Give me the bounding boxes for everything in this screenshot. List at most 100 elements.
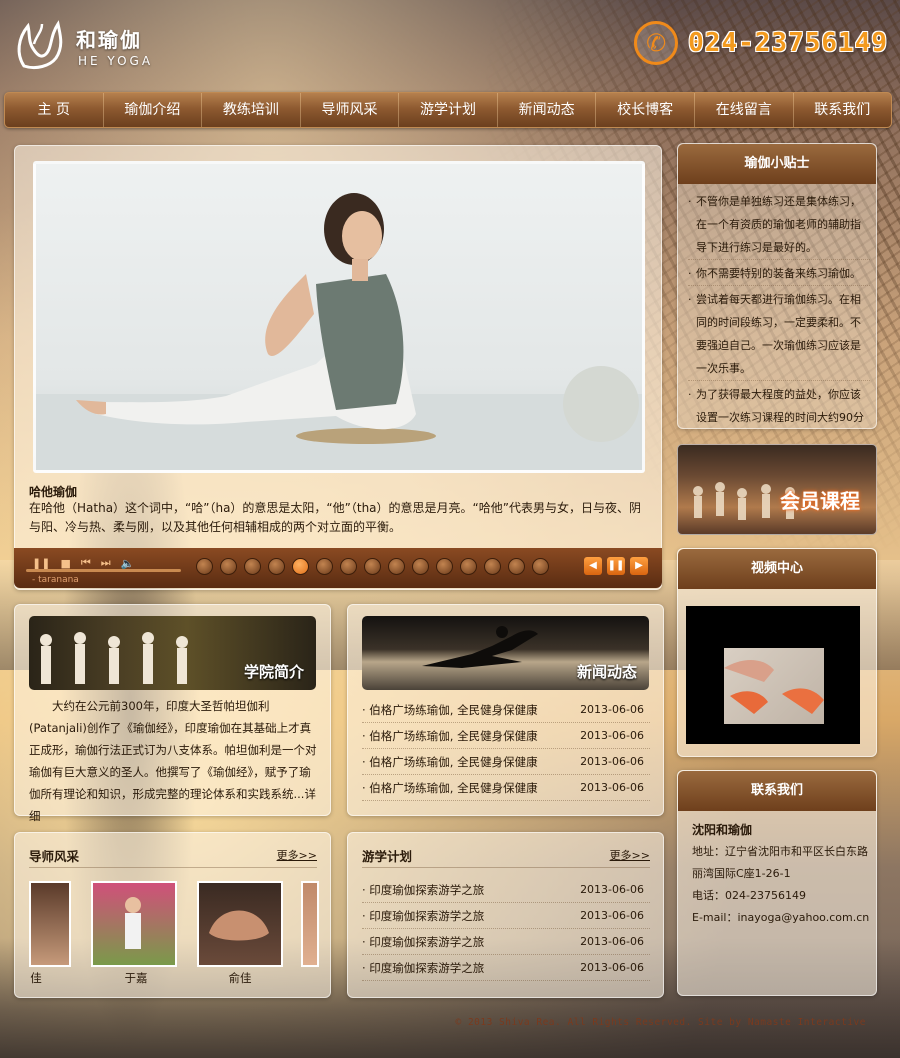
tip-item: 尝试着每天都进行瑜伽练习。在相同的时间段练习，一定要柔和。不要强迫自己。一次瑜伽… xyxy=(688,288,870,381)
slide-dot[interactable] xyxy=(388,558,405,575)
member-course-banner[interactable]: 会员课程 xyxy=(677,444,877,535)
hotline-number: 024-23756149 xyxy=(688,28,888,58)
nav-home[interactable]: 主 页 xyxy=(5,93,104,127)
slide-dot[interactable] xyxy=(316,558,333,575)
slide-dot[interactable] xyxy=(484,558,501,575)
slide-dot[interactable] xyxy=(292,558,309,575)
next-slide-arrow-icon[interactable]: ▶ xyxy=(630,557,648,575)
nav-contact[interactable]: 联系我们 xyxy=(794,93,892,127)
list-item[interactable]: · 伯格广场练瑜伽, 全民健身保健康 2013-06-06 xyxy=(362,775,650,801)
nav-teachers[interactable]: 导师风采 xyxy=(301,93,400,127)
swan-logo-icon xyxy=(17,20,63,70)
intro-text[interactable]: 大约在公元前300年，印度大圣哲帕坦伽利(Patanjali)创作了《瑜伽经》，… xyxy=(29,695,321,827)
list-item[interactable]: · 印度瑜伽探索游学之旅 2013-06-06 xyxy=(362,877,650,903)
intro-panel: 学院简介 大约在公元前300年，印度大圣哲帕坦伽利(Patanjali)创作了《… xyxy=(14,604,331,823)
nav-study-tour[interactable]: 游学计划 xyxy=(399,93,498,127)
slide-photo[interactable] xyxy=(33,161,645,473)
teacher-photo[interactable] xyxy=(91,881,177,967)
member-banner-label: 会员课程 xyxy=(780,489,860,513)
tip-item: 不管你是单独练习还是集体练习，在一个有资质的瑜伽老师的辅助指导下进行练习是最好的… xyxy=(688,190,870,260)
teacher-photo[interactable] xyxy=(197,881,283,967)
volume-icon[interactable]: 🔈 xyxy=(121,557,135,570)
contact-email: E-mail：inayoga@yahoo.com.cn xyxy=(692,911,870,924)
footer-copyright: © 2013 Shiva Rea. All Rights Reserved. S… xyxy=(455,1017,866,1028)
list-item[interactable]: · 伯格广场练瑜伽, 全民健身保健康 2013-06-06 xyxy=(362,697,650,723)
trip-item-title[interactable]: · 印度瑜伽探索游学之旅 xyxy=(362,903,484,928)
slide-dot[interactable] xyxy=(460,558,477,575)
progress-bar[interactable] xyxy=(26,569,181,572)
slide-dot[interactable] xyxy=(412,558,429,575)
pause-icon[interactable]: ❚❚ xyxy=(32,557,50,570)
contact-address: 地址：辽宁省沈阳市和平区长白东路丽湾国际C座1-26-1 xyxy=(692,845,868,880)
slideshow-panel: 哈他瑜伽 在哈他（Hatha）这个词中，“哈”（ha）的意思是太阳，“他”（th… xyxy=(14,145,662,590)
trip-item-title[interactable]: · 印度瑜伽探索游学之旅 xyxy=(362,877,484,902)
teacher-photo[interactable] xyxy=(301,881,319,967)
slide-dot[interactable] xyxy=(532,558,549,575)
list-item[interactable]: · 印度瑜伽探索游学之旅 2013-06-06 xyxy=(362,929,650,955)
list-item[interactable]: · 印度瑜伽探索游学之旅 2013-06-06 xyxy=(362,903,650,929)
slide-arrows: ◀ ❚❚ ▶ xyxy=(584,557,648,575)
news-title[interactable]: · 伯格广场练瑜伽, 全民健身保健康 xyxy=(362,697,538,722)
contact-title: 联系我们 xyxy=(678,771,876,811)
slide-dot[interactable] xyxy=(268,558,285,575)
teacher-photo[interactable] xyxy=(29,881,71,967)
news-title[interactable]: · 伯格广场练瑜伽, 全民健身保健康 xyxy=(362,749,538,774)
teachers-title: 导师风采 xyxy=(29,849,80,864)
logo-name-en: HE YOGA xyxy=(78,54,154,68)
trip-item-title[interactable]: · 印度瑜伽探索游学之旅 xyxy=(362,929,484,954)
contact-phone: 电话：024-23756149 xyxy=(692,889,806,902)
slide-dot[interactable] xyxy=(340,558,357,575)
slideshow-player: ❚❚ ■ ⏮ ⏭ 🔈 - taranana ◀ ❚❚ ▶ xyxy=(14,548,662,588)
teacher-name: 佳 xyxy=(30,971,42,985)
slide-dot[interactable] xyxy=(244,558,261,575)
tips-list: 不管你是单独练习还是集体练习，在一个有资质的瑜伽老师的辅助指导下进行练习是最好的… xyxy=(688,190,870,426)
list-item[interactable]: · 伯格广场练瑜伽, 全民健身保健康 2013-06-06 xyxy=(362,749,650,775)
trip-panel: 游学计划 更多>> · 印度瑜伽探索游学之旅 2013-06-06 · 印度瑜伽探… xyxy=(347,832,664,998)
next-icon[interactable]: ⏭ xyxy=(101,556,111,570)
previous-icon[interactable]: ⏮ xyxy=(81,556,91,570)
trip-header: 游学计划 更多>> xyxy=(362,846,650,868)
nav-news[interactable]: 新闻动态 xyxy=(498,93,597,127)
teachers-panel: 导师风采 更多>> 佳 于嘉 俞佳 xyxy=(14,832,331,998)
teacher-name: 俞佳 xyxy=(228,971,252,985)
stop-icon[interactable]: ■ xyxy=(60,557,70,570)
news-panel: 新闻动态 · 伯格广场练瑜伽, 全民健身保健康 2013-06-06 · 伯格广场… xyxy=(347,604,664,816)
track-name: - taranana xyxy=(32,575,79,585)
news-banner[interactable]: 新闻动态 xyxy=(362,616,649,690)
tip-item: 你不需要特别的装备来练习瑜伽。 xyxy=(688,262,870,286)
teachers-more-link[interactable]: 更多>> xyxy=(277,847,317,863)
video-thumbnail xyxy=(724,648,824,724)
video-player[interactable] xyxy=(686,606,860,744)
trip-item-date: 2013-06-06 xyxy=(580,935,644,948)
nav-guestbook[interactable]: 在线留言 xyxy=(695,93,794,127)
site-logo[interactable]: 和瑜伽 HE YOGA xyxy=(12,14,162,76)
trip-more-link[interactable]: 更多>> xyxy=(610,847,650,863)
slide-dot[interactable] xyxy=(508,558,525,575)
list-item[interactable]: · 印度瑜伽探索游学之旅 2013-06-06 xyxy=(362,955,650,981)
teacher-name: 于嘉 xyxy=(124,971,148,985)
news-title[interactable]: · 伯格广场练瑜伽, 全民健身保健康 xyxy=(362,723,538,748)
pause-slide-icon[interactable]: ❚❚ xyxy=(607,557,625,575)
slide-title: 哈他瑜伽 xyxy=(29,485,78,499)
video-panel: 视频中心 xyxy=(677,548,877,757)
slide-dot[interactable] xyxy=(196,558,213,575)
prev-slide-arrow-icon[interactable]: ◀ xyxy=(584,557,602,575)
news-title[interactable]: · 伯格广场练瑜伽, 全民健身保健康 xyxy=(362,775,538,800)
slide-dot[interactable] xyxy=(436,558,453,575)
slide-dot[interactable] xyxy=(364,558,381,575)
news-date: 2013-06-06 xyxy=(580,703,644,716)
slide-dot[interactable] xyxy=(220,558,237,575)
trip-item-date: 2013-06-06 xyxy=(580,961,644,974)
news-date: 2013-06-06 xyxy=(580,729,644,742)
intro-banner[interactable]: 学院简介 xyxy=(29,616,316,690)
main-nav: 主 页 瑜伽介绍 教练培训 导师风采 游学计划 新闻动态 校长博客 在线留言 联… xyxy=(4,92,892,128)
teachers-header: 导师风采 更多>> xyxy=(29,846,317,868)
list-item[interactable]: · 伯格广场练瑜伽, 全民健身保健康 2013-06-06 xyxy=(362,723,650,749)
slide-dots xyxy=(196,558,549,575)
trip-item-title[interactable]: · 印度瑜伽探索游学之旅 xyxy=(362,955,484,980)
news-date: 2013-06-06 xyxy=(580,755,644,768)
teacher-photos: 佳 于嘉 俞佳 xyxy=(29,881,319,991)
nav-coach-training[interactable]: 教练培训 xyxy=(202,93,301,127)
nav-principal-blog[interactable]: 校长博客 xyxy=(596,93,695,127)
nav-yoga-intro[interactable]: 瑜伽介绍 xyxy=(104,93,203,127)
